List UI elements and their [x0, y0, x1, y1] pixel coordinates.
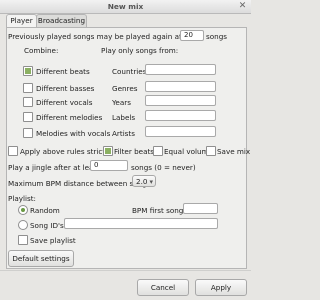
- jingle-label: Play a jingle after at least: [8, 163, 100, 172]
- tab-broadcasting[interactable]: Broadcasting: [36, 14, 87, 27]
- melodies-with-vocals-label: Melodies with vocals: [36, 129, 111, 138]
- random-radio[interactable]: [18, 205, 28, 215]
- footer-separator: [0, 270, 251, 271]
- save-playlist-checkbox[interactable]: [18, 235, 28, 245]
- different-vocals-checkbox[interactable]: [23, 97, 33, 107]
- bpm-first-song-input[interactable]: [183, 203, 218, 214]
- song-ids-radio[interactable]: [18, 220, 28, 230]
- labels-label: Labels: [112, 113, 136, 122]
- filter-beats-checkbox[interactable]: [103, 146, 113, 156]
- title-bar: New mix ✕: [0, 0, 251, 14]
- song-ids-input[interactable]: [64, 218, 218, 229]
- repeat-songs-input[interactable]: 20: [180, 30, 204, 41]
- default-settings-button[interactable]: Default settings: [8, 250, 74, 267]
- playlist-heading: Playlist:: [8, 194, 36, 203]
- different-melodies-label: Different melodies: [36, 113, 103, 122]
- cancel-button[interactable]: Cancel: [137, 279, 189, 296]
- close-icon[interactable]: ✕: [238, 2, 247, 11]
- repeat-label: Previously played songs may be played ag…: [8, 32, 192, 41]
- apply-strictly-label: Apply above rules strictly: [20, 147, 112, 156]
- labels-input[interactable]: [145, 110, 216, 121]
- only-from-heading: Play only songs from:: [101, 46, 179, 55]
- save-mix-checkbox[interactable]: [206, 146, 216, 156]
- jingle-input[interactable]: 0: [90, 160, 128, 171]
- years-input[interactable]: [145, 95, 216, 106]
- different-basses-checkbox[interactable]: [23, 83, 33, 93]
- apply-button[interactable]: Apply: [195, 279, 247, 296]
- bpm-first-song-label: BPM first song: [132, 206, 184, 215]
- different-melodies-checkbox[interactable]: [23, 112, 33, 122]
- repeat-suffix: songs: [206, 32, 228, 41]
- equal-volume-checkbox[interactable]: [153, 146, 163, 156]
- different-basses-label: Different basses: [36, 84, 95, 93]
- jingle-suffix: songs (0 = never): [131, 163, 196, 172]
- bpm-distance-select[interactable]: 2.0 ▾: [132, 175, 156, 187]
- years-label: Years: [112, 98, 131, 107]
- apply-strictly-checkbox[interactable]: [8, 146, 18, 156]
- window-title: New mix: [107, 2, 144, 11]
- save-mix-label: Save mix: [217, 147, 251, 156]
- tab-player[interactable]: Player: [6, 14, 37, 28]
- random-label: Random: [30, 206, 60, 215]
- melodies-with-vocals-checkbox[interactable]: [23, 128, 33, 138]
- filter-beats-label: Filter beats: [114, 147, 155, 156]
- countries-label: Countries: [112, 67, 147, 76]
- save-playlist-label: Save playlist: [30, 236, 76, 245]
- song-ids-label: Song ID's: [30, 221, 64, 230]
- bpm-distance-value: 2.0: [136, 177, 148, 186]
- chevron-down-icon: ▾: [149, 178, 153, 186]
- genres-input[interactable]: [145, 81, 216, 92]
- combine-heading: Combine:: [24, 46, 59, 55]
- countries-input[interactable]: [145, 64, 216, 75]
- bpm-distance-label: Maximum BPM distance between songs: [8, 179, 151, 188]
- different-beats-checkbox[interactable]: [23, 66, 33, 76]
- artists-input[interactable]: [145, 126, 216, 137]
- genres-label: Genres: [112, 84, 138, 93]
- different-vocals-label: Different vocals: [36, 98, 93, 107]
- artists-label: Artists: [112, 129, 135, 138]
- different-beats-label: Different beats: [36, 67, 90, 76]
